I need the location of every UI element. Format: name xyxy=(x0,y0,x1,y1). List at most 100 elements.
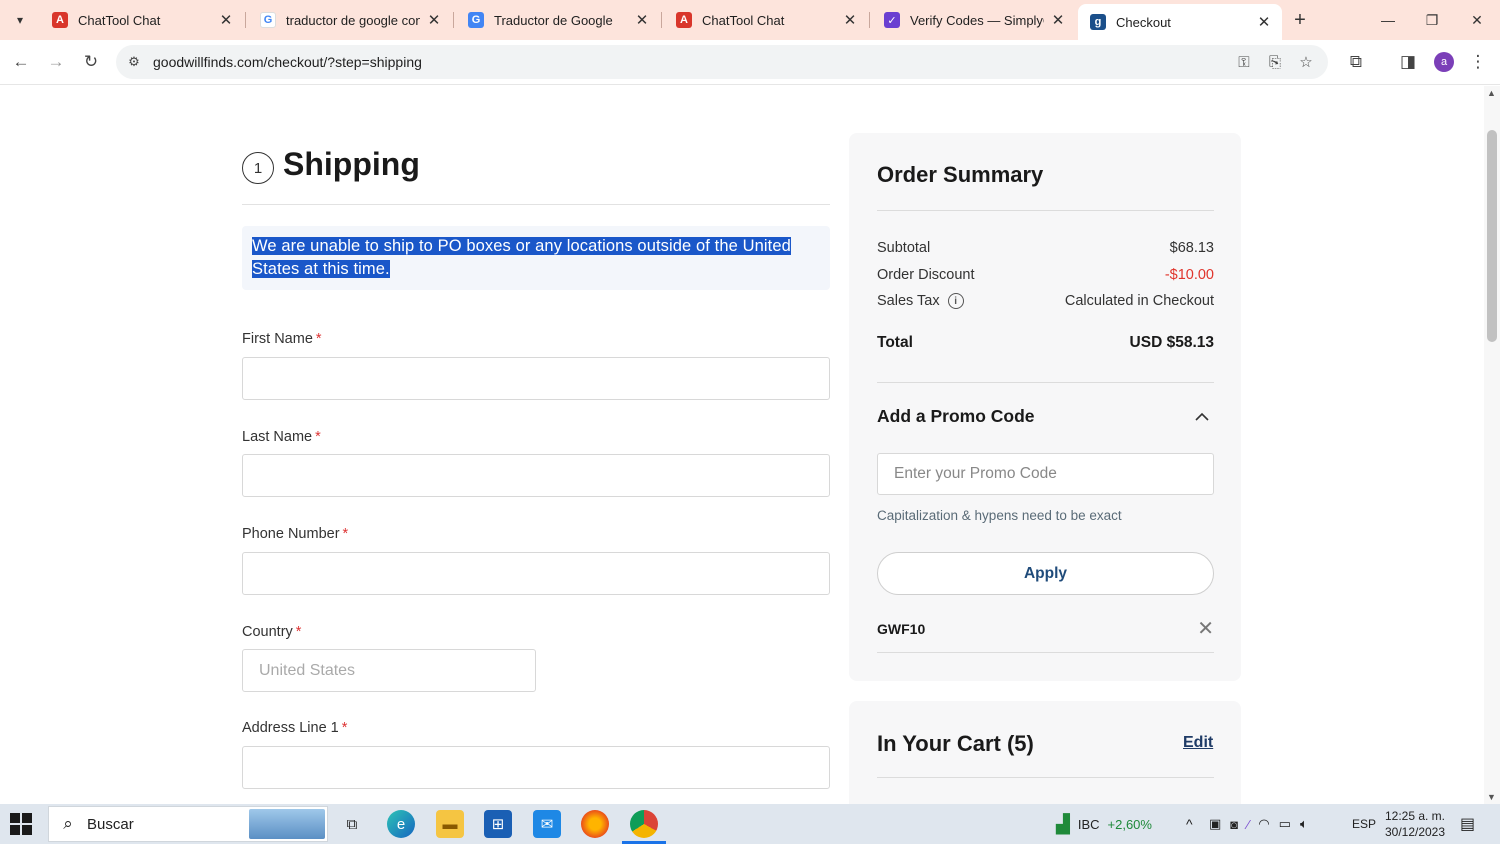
minimize-window-icon[interactable]: — xyxy=(1366,0,1410,40)
microsoft-store-icon[interactable]: ⊞ xyxy=(484,810,512,838)
tab-google-search[interactable]: G traductor de google con dibujo ✕ xyxy=(248,0,452,40)
bookmark-star-icon[interactable]: ☆ xyxy=(1296,52,1316,72)
subtotal-row: Subtotal $68.13 xyxy=(877,240,1214,256)
tab-title: traductor de google con dibujo xyxy=(286,12,420,28)
stock-widget[interactable]: ▟ IBC +2,60% xyxy=(1056,804,1152,844)
order-discount-row: Order Discount -$10.00 xyxy=(877,267,1214,283)
phone-number-input[interactable] xyxy=(242,552,830,595)
install-app-icon[interactable]: ⎘ xyxy=(1265,52,1285,72)
edge-browser-icon[interactable]: e xyxy=(387,810,415,838)
camera-icon[interactable]: ◙ xyxy=(1230,817,1238,832)
edit-cart-link[interactable]: Edit xyxy=(1183,734,1213,752)
promo-code-input[interactable] xyxy=(877,453,1214,495)
new-tab-button[interactable]: + xyxy=(1288,8,1312,32)
sales-tax-label: Sales Tax xyxy=(877,293,940,309)
stock-name: IBC xyxy=(1077,816,1100,832)
restore-window-icon[interactable]: ❐ xyxy=(1410,0,1454,40)
wifi-icon[interactable]: ◠ xyxy=(1258,816,1269,832)
order-summary-title: Order Summary xyxy=(877,162,1044,187)
page-scrollbar[interactable]: ▲ ▼ xyxy=(1484,86,1500,804)
search-label: Buscar xyxy=(87,815,134,833)
sales-tax-row: Sales Tax i Calculated in Checkout xyxy=(877,293,1214,310)
tab-checkout[interactable]: g Checkout ✕ xyxy=(1078,4,1282,40)
chrome-icon[interactable] xyxy=(622,810,666,844)
side-panel-icon[interactable]: ◨ xyxy=(1394,48,1422,76)
chattool-logo-icon: A xyxy=(676,12,692,28)
battery-icon[interactable]: ▭ xyxy=(1279,816,1291,832)
show-hidden-icons[interactable]: ^ xyxy=(1186,804,1193,844)
forward-arrow-icon[interactable]: → xyxy=(42,48,70,76)
country-label: Country * xyxy=(242,624,301,640)
divider xyxy=(877,777,1214,778)
firefox-icon[interactable] xyxy=(581,810,609,838)
address-bar[interactable]: ⚙ goodwillfinds.com/checkout/?step=shipp… xyxy=(116,45,1328,79)
tab-separator xyxy=(661,12,662,28)
label-text: Address Line 1 xyxy=(242,720,339,736)
tab-title: ChatTool Chat xyxy=(78,12,161,28)
scroll-up-icon[interactable]: ▲ xyxy=(1487,88,1496,98)
tab-simplycodes[interactable]: ✓ Verify Codes — SimplyCodes ✕ xyxy=(872,0,1076,40)
url-text[interactable]: goodwillfinds.com/checkout/?step=shippin… xyxy=(153,54,422,70)
tab-search-chevron-icon[interactable]: ▾ xyxy=(8,8,32,32)
close-tab-icon[interactable]: ✕ xyxy=(218,12,234,29)
mail-icon[interactable]: ✉ xyxy=(533,810,561,838)
taskbar-search[interactable]: ⌕ Buscar xyxy=(48,806,328,842)
step-number: 1 xyxy=(242,152,274,184)
shipping-notice-text: We are unable to ship to PO boxes or any… xyxy=(252,237,791,278)
pen-icon[interactable]: ∕ xyxy=(1247,817,1249,832)
close-tab-icon[interactable]: ✕ xyxy=(426,12,442,29)
windows-start-icon[interactable] xyxy=(10,813,32,835)
close-tab-icon[interactable]: ✕ xyxy=(1050,12,1066,29)
volume-icon[interactable]: 🔈︎ xyxy=(1300,816,1308,832)
address-line-1-input[interactable] xyxy=(242,746,830,789)
address-line-1-label: Address Line 1 * xyxy=(242,720,347,736)
back-arrow-icon[interactable]: ← xyxy=(7,48,35,76)
clock-date: 30/12/2023 xyxy=(1384,825,1446,839)
profile-avatar[interactable]: a xyxy=(1434,52,1454,72)
google-logo-icon: G xyxy=(260,12,276,28)
total-label: Total xyxy=(877,334,913,351)
chattool-logo-icon: A xyxy=(52,12,68,28)
chevron-up-icon[interactable] xyxy=(1193,407,1211,425)
tab-chattool-2[interactable]: A ChatTool Chat ✕ xyxy=(664,0,868,40)
label-text: Country xyxy=(242,624,293,640)
tab-title: ChatTool Chat xyxy=(702,12,785,28)
close-tab-icon[interactable]: ✕ xyxy=(634,12,650,29)
apply-promo-button[interactable]: Apply xyxy=(877,552,1214,595)
close-tab-icon[interactable]: ✕ xyxy=(1256,14,1272,31)
phone-number-label: Phone Number * xyxy=(242,526,348,542)
google-translate-icon: G xyxy=(468,12,484,28)
reload-icon[interactable]: ↻ xyxy=(77,48,105,76)
first-name-input[interactable] xyxy=(242,357,830,400)
taskbar-clock[interactable]: 12:25 a. m. 30/12/2023 xyxy=(1382,808,1448,840)
extensions-puzzle-icon[interactable]: ⧉ xyxy=(1342,48,1370,76)
task-view-icon[interactable]: ⧉ xyxy=(338,810,366,838)
tab-google-translate[interactable]: G Traductor de Google ✕ xyxy=(456,0,660,40)
password-key-icon[interactable]: ⚿ xyxy=(1234,52,1254,72)
close-window-icon[interactable]: ✕ xyxy=(1455,0,1499,40)
promo-code-heading: Add a Promo Code xyxy=(877,406,1035,426)
browser-menu-icon[interactable]: ⋮ xyxy=(1464,48,1492,76)
windows-taskbar: ⌕ Buscar ⧉ e ▬ ⊞ ✉ ▟ IBC +2,60% ^ ▣ ◙ ∕ … xyxy=(0,804,1500,844)
notifications-icon[interactable]: ▤ xyxy=(1460,804,1475,844)
remove-code-icon[interactable]: ✕ xyxy=(1197,616,1214,641)
tab-chattool-1[interactable]: A ChatTool Chat ✕ xyxy=(40,0,244,40)
system-tray-icons[interactable]: ▣ ◙ ∕ ◠ ▭ 🔈︎ xyxy=(1209,804,1308,844)
scrollbar-thumb[interactable] xyxy=(1487,130,1497,342)
last-name-input[interactable] xyxy=(242,454,830,497)
label-text: Phone Number xyxy=(242,526,340,542)
input-language[interactable]: ESP xyxy=(1352,804,1376,844)
country-input[interactable] xyxy=(242,649,536,692)
close-tab-icon[interactable]: ✕ xyxy=(842,12,858,29)
scroll-down-icon[interactable]: ▼ xyxy=(1487,792,1496,802)
info-icon[interactable]: i xyxy=(947,293,964,310)
first-name-label: First Name * xyxy=(242,331,322,347)
stock-change: +2,60% xyxy=(1107,816,1152,832)
meet-now-icon[interactable]: ▣ xyxy=(1209,816,1221,832)
tab-separator xyxy=(245,12,246,28)
file-explorer-icon[interactable]: ▬ xyxy=(436,810,464,838)
promo-code-hint: Capitalization & hypens need to be exact xyxy=(877,508,1122,523)
site-settings-icon[interactable]: ⚙ xyxy=(122,50,146,74)
label-text: Last Name xyxy=(242,429,313,445)
divider xyxy=(877,210,1214,211)
